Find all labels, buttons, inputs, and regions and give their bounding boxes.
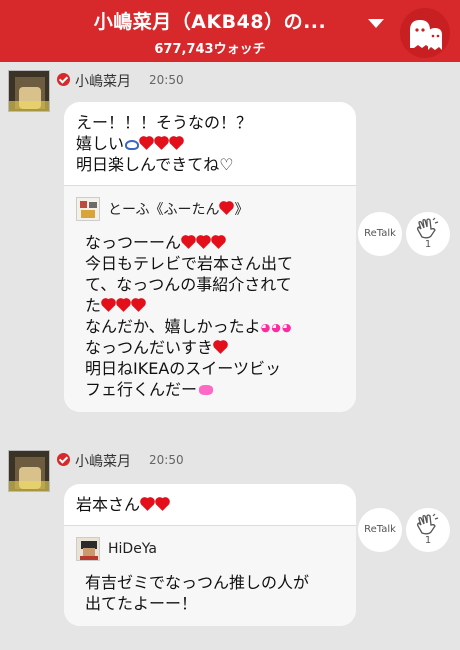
clap-count: 1 [424, 239, 432, 250]
hearts-icon [139, 133, 184, 154]
message-line: 岩本さん [76, 495, 141, 514]
message-line: 明日楽しんできてね♡ [76, 155, 234, 174]
heart-icon [214, 341, 227, 354]
page-title: 小嶋菜月（AKB48）の... [93, 11, 327, 33]
quoted-comment[interactable]: とーふ《ふーたん》 なっつーーん 今日もテレビで岩本さん出て て、なっつんの事紹… [64, 185, 356, 412]
clap-icon [417, 217, 439, 239]
sender-name: 小嶋菜月 [75, 74, 131, 90]
quote-text: 有吉ゼミでなっつん推しの人が 出てたよーー！ [85, 573, 310, 613]
retalk-button[interactable]: ReTalk [358, 508, 402, 552]
message-text: えー！！！そうなの！？ 嬉しい 明日楽しんできてね♡ [64, 102, 356, 185]
message-bubble: えー！！！そうなの！？ 嬉しい 明日楽しんできてね♡ とーふ《ふーたん》 なっつ… [64, 102, 356, 412]
app-header: 小嶋菜月（AKB48）の... 677,743ウォッチ [0, 0, 460, 62]
hearts-icon [101, 295, 146, 316]
pink-emoji-icon [199, 385, 214, 395]
post-time: 20:50 [149, 73, 184, 87]
hearts-icon [140, 494, 170, 515]
avatar[interactable] [8, 450, 50, 492]
clap-button[interactable]: 1 [406, 508, 450, 552]
clap-button[interactable]: 1 [406, 212, 450, 256]
message-line: えー！！！そうなの！？ [76, 113, 253, 132]
message-text: 岩本さん [64, 484, 356, 525]
ghost-avatar-icon[interactable] [400, 8, 450, 58]
message-line: 嬉しい [76, 134, 125, 153]
quote-text: なっつーーん 今日もテレビで岩本さん出て て、なっつんの事紹介されて た なんだ… [85, 232, 294, 399]
sender-name: 小嶋菜月 [75, 454, 131, 470]
verified-check-icon [57, 73, 70, 86]
watch-count: 677,743ウォッチ [154, 42, 266, 57]
sweat-emoji-icon [125, 140, 140, 150]
message-bubble: 岩本さん HiDeYa 有吉ゼミでなっつん推しの人が 出てたよーー！ [64, 484, 356, 626]
quote-author: とーふ《ふーたん》 [108, 202, 249, 218]
eyes-emoji-icon: ◕◕◕ [260, 321, 293, 334]
clap-icon [417, 513, 439, 535]
heart-icon [220, 202, 234, 215]
retalk-button[interactable]: ReTalk [358, 212, 402, 256]
post-time: 20:50 [149, 453, 184, 467]
quote-avatar [76, 197, 100, 221]
chevron-down-icon[interactable] [366, 16, 386, 30]
hearts-icon [181, 232, 226, 253]
avatar[interactable] [8, 70, 50, 112]
quote-avatar [76, 537, 100, 561]
verified-check-icon [57, 453, 70, 466]
quote-author: HiDeYa [108, 541, 158, 557]
quoted-comment[interactable]: HiDeYa 有吉ゼミでなっつん推しの人が 出てたよーー！ [64, 525, 356, 626]
clap-count: 1 [424, 535, 432, 546]
